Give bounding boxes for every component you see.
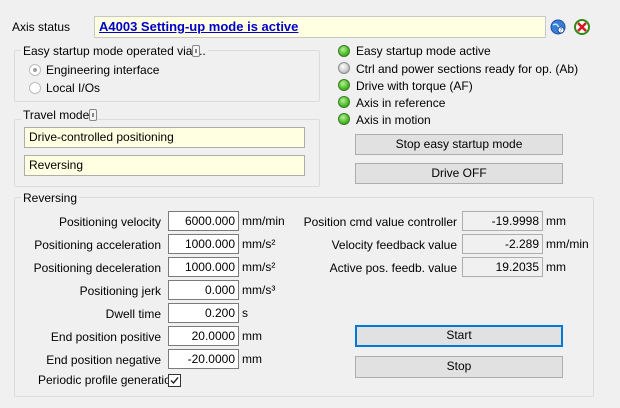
readout-label: Position cmd value controller [303, 215, 457, 229]
active-pos-feedback-value: 19.2035 [462, 257, 543, 277]
readout-unit: mm [546, 214, 566, 228]
travel-mode-field[interactable]: Drive-controlled positioning [24, 127, 305, 148]
positioning-deceleration-input[interactable]: 1000.000 [168, 257, 239, 277]
param-unit: mm/s² [242, 260, 276, 274]
radio-local-ios-label: Local I/Os [46, 81, 101, 95]
led-drive-torque [338, 79, 350, 91]
param-label: End position positive [50, 330, 161, 344]
stop-easy-startup-button[interactable]: Stop easy startup mode [355, 134, 563, 155]
param-unit: s [242, 306, 248, 320]
help-globe-icon[interactable]: ? [550, 19, 566, 35]
led-easy-startup-active [338, 45, 350, 57]
position-cmd-value: -19.9998 [462, 211, 543, 231]
radio-local-ios[interactable] [29, 82, 41, 94]
param-label: Positioning acceleration [34, 238, 161, 252]
led-axis-motion [338, 113, 350, 125]
start-button[interactable]: Start [355, 325, 563, 347]
end-position-negative-input[interactable]: -20.0000 [168, 349, 239, 369]
positioning-jerk-input[interactable]: 0.000 [168, 280, 239, 300]
radio-engineering-interface[interactable] [29, 64, 41, 76]
led-easy-startup-active-label: Easy startup mode active [356, 44, 491, 58]
param-unit: mm [242, 352, 262, 366]
reversing-title: Reversing [21, 191, 80, 205]
svg-text:?: ? [560, 28, 563, 34]
startup-mode-title: Easy startup mode operated via ... [21, 44, 208, 58]
readout-label: Active pos. feedb. value [329, 261, 457, 275]
param-unit: mm [242, 329, 262, 343]
periodic-profile-checkbox[interactable] [168, 374, 181, 387]
led-drive-torque-label: Drive with torque (AF) [356, 79, 473, 93]
dwell-time-input[interactable]: 0.200 [168, 303, 239, 323]
readout-unit: mm [546, 260, 566, 274]
stop-button[interactable]: Stop [355, 356, 563, 378]
param-unit: mm/min [242, 214, 285, 228]
lock-icon [192, 45, 200, 57]
readout-unit: mm/min [546, 237, 589, 251]
positioning-acceleration-input[interactable]: 1000.000 [168, 234, 239, 254]
param-label: Positioning velocity [58, 215, 161, 229]
param-label: Positioning jerk [79, 284, 161, 298]
end-position-positive-input[interactable]: 20.0000 [168, 326, 239, 346]
travel-submode-field[interactable]: Reversing [24, 155, 305, 176]
param-label: Positioning deceleration [33, 261, 161, 275]
axis-status-label: Axis status [12, 20, 71, 34]
radio-engineering-interface-label: Engineering interface [46, 63, 160, 77]
close-error-icon[interactable] [573, 18, 591, 36]
param-label: End position negative [46, 353, 161, 367]
lock-icon [89, 109, 97, 121]
param-label: Dwell time [105, 307, 161, 321]
led-axis-reference [338, 96, 350, 108]
led-axis-reference-label: Axis in reference [356, 96, 446, 110]
param-unit: mm/s³ [242, 283, 276, 297]
readout-label: Velocity feedback value [331, 238, 457, 252]
axis-status-link[interactable]: A4003 Setting-up mode is active [99, 19, 298, 34]
axis-status-field[interactable]: A4003 Setting-up mode is active [94, 16, 546, 38]
param-unit: mm/s² [242, 237, 276, 251]
checkmark-icon [170, 377, 179, 385]
velocity-feedback-value: -2.289 [462, 234, 543, 254]
travel-mode-title: Travel mode [21, 108, 92, 122]
led-ready-for-op-label: Ctrl and power sections ready for op. (A… [356, 62, 579, 76]
drive-off-button[interactable]: Drive OFF [355, 163, 563, 184]
periodic-profile-label: Periodic profile generation [38, 373, 178, 387]
led-ready-for-op [338, 62, 350, 74]
positioning-velocity-input[interactable]: 6000.000 [168, 211, 239, 231]
led-axis-motion-label: Axis in motion [356, 113, 431, 127]
